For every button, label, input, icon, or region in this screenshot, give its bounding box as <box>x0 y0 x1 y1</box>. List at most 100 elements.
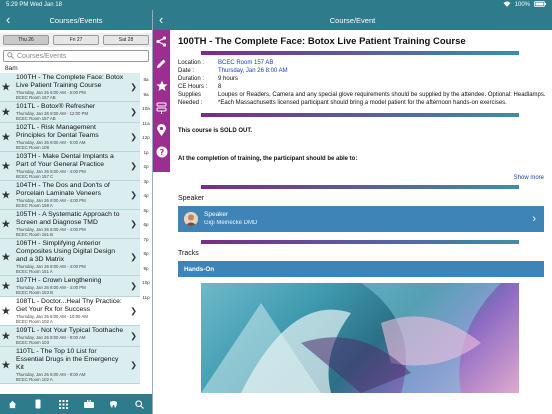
survey-icon[interactable] <box>155 99 168 116</box>
star-icon[interactable]: ★ <box>1 81 11 94</box>
duration-value: 9 hours <box>218 76 239 82</box>
tooth-icon[interactable] <box>106 396 122 412</box>
session-title: 106TH - Simplifying Anterior Composites … <box>16 240 115 263</box>
time-index-item[interactable]: 4p <box>143 189 148 204</box>
show-more-link[interactable]: Show more <box>172 175 550 181</box>
supplies-label: Supplies Needed : <box>178 92 203 106</box>
back-chevron-icon[interactable]: ‹ <box>159 12 163 27</box>
gradient-divider <box>201 51 519 55</box>
list-item[interactable]: ★ 110TL - The Top 10 List for Essential D… <box>0 347 140 384</box>
chevron-right-icon: ❯ <box>130 219 137 229</box>
list-item[interactable]: ★ 100TH - The Complete Face: Botox Live P… <box>0 73 140 102</box>
status-bar: 5:29 PM Wed Jan 18 100% <box>0 0 552 10</box>
star-icon[interactable]: ★ <box>1 131 11 144</box>
chevron-right-icon: › <box>532 213 536 225</box>
session-title: 100TH - The Complete Face: Botox Live Pa… <box>16 74 124 89</box>
star-icon[interactable]: ★ <box>1 251 11 264</box>
session-room: BCEC Room 153 B <box>16 290 54 295</box>
search-nav-icon[interactable] <box>131 396 147 412</box>
time-index-item[interactable]: 9a <box>143 88 148 103</box>
session-room: BCEC Room 108 <box>16 145 49 150</box>
chevron-right-icon: ❯ <box>130 107 137 117</box>
speaker-heading: Speaker <box>178 195 205 202</box>
session-title: 107TH - Crown Lengthening <box>16 277 102 284</box>
location-label: Location : <box>178 60 205 66</box>
right-header: ‹ Course/Event <box>153 10 552 30</box>
star-icon[interactable]: ★ <box>1 106 11 119</box>
time-index-item[interactable]: 3p <box>143 175 148 190</box>
phone-icon[interactable] <box>30 396 46 412</box>
list-item[interactable]: ★ 107TH - Crown Lengthening Thursday, Jan … <box>0 276 140 297</box>
time-index-item[interactable]: 7p <box>143 233 148 248</box>
list-item[interactable]: ★ 106TH - Simplifying Anterior Composites… <box>0 239 140 276</box>
time-index-item[interactable]: 2p <box>143 160 148 175</box>
time-index-item[interactable]: 12p <box>142 131 150 146</box>
star-icon[interactable]: ★ <box>1 330 11 343</box>
time-index-bar[interactable]: 8a 9a 10a 11a 12p 1p 2p 3p 4p 5p 6p 7p 8p 9p 10p 11p <box>141 73 151 305</box>
left-header: ‹ Courses/Events <box>0 10 152 30</box>
location-pin-icon[interactable] <box>155 121 168 138</box>
time-index-item[interactable]: 8a <box>143 73 148 88</box>
star-icon[interactable]: ★ <box>1 218 11 231</box>
speaker-card[interactable]: Speaker Gigi Meinecke DMD › <box>178 206 544 232</box>
time-index-item[interactable]: 11a <box>142 117 149 132</box>
grid-icon[interactable] <box>55 396 71 412</box>
star-icon[interactable]: ★ <box>1 189 11 202</box>
time-index-item[interactable]: 6p <box>143 218 148 233</box>
day-tab[interactable]: Fri 27 <box>53 35 99 45</box>
star-icon[interactable] <box>155 77 168 94</box>
battery-icon <box>534 1 546 9</box>
list-item[interactable]: ★ 104TH - The Dos and Don'ts of Porcelain… <box>0 181 140 210</box>
star-icon[interactable]: ★ <box>1 359 11 372</box>
list-item[interactable]: ★ 101TL - Botox® Refresher Thursday, Jan 2… <box>0 102 140 123</box>
session-room: BCEC Room 102 A <box>16 319 53 324</box>
duration-label: Duration : <box>178 76 205 82</box>
session-title: 109TL - Not Your Typical Toothache <box>16 327 124 334</box>
star-icon[interactable]: ★ <box>1 280 11 293</box>
time-index-item[interactable]: 11p <box>142 291 149 306</box>
track-item[interactable]: Hands-On <box>178 261 544 277</box>
session-title: 108TL - Doctor...Heal Thy Practice: Get … <box>16 298 122 313</box>
star-icon[interactable]: ★ <box>1 305 11 318</box>
home-icon[interactable] <box>5 396 21 412</box>
battery-percent: 100% <box>514 2 530 8</box>
time-index-item[interactable]: 8p <box>143 247 148 262</box>
objective-text: At the completion of training, the parti… <box>178 156 358 162</box>
speaker-name: Gigi Meinecke DMD <box>204 220 258 226</box>
time-index-item[interactable]: 9p <box>143 262 148 277</box>
speaker-label: Speaker <box>204 211 229 218</box>
location-link[interactable]: BCEC Room 157 AB <box>218 59 550 67</box>
list-item[interactable]: ★ 108TL - Doctor...Heal Thy Practice: Get… <box>0 297 140 326</box>
search-icon <box>7 51 14 61</box>
search-input[interactable]: Courses/Events <box>3 50 149 62</box>
supplies-value: Loupes or Readers, Camera and any specia… <box>218 92 546 98</box>
left-pane: ‹ Courses/Events Thu 26 Fri 27 Sat 28 Cour… <box>0 10 152 414</box>
session-title: 110TL - The Top 10 List for Essential Dr… <box>16 348 119 371</box>
time-section-label: 8am <box>5 65 18 72</box>
back-chevron-icon[interactable]: ‹ <box>6 12 10 27</box>
time-index-item[interactable]: 1p <box>143 146 148 161</box>
chevron-right-icon: ❯ <box>130 281 137 291</box>
session-detail: 100TH - The Complete Face: Botox Live Pa… <box>172 30 550 414</box>
list-item[interactable]: ★ 103TH - Make Dental Implants a Part of … <box>0 152 140 181</box>
ce-hours-label: CE Hours : <box>178 84 208 90</box>
session-list: ★ 100TH - The Complete Face: Botox Live P… <box>0 73 140 384</box>
list-item[interactable]: ★ 102TL - Risk Management Principles for … <box>0 123 140 152</box>
time-index-item[interactable]: 5p <box>143 204 148 219</box>
time-index-item[interactable]: 10a <box>142 102 150 117</box>
share-icon[interactable] <box>155 33 168 50</box>
day-tab[interactable]: Thu 26 <box>3 35 49 45</box>
status-time: 5:29 PM <box>6 2 29 8</box>
chevron-right-icon: ❯ <box>130 82 137 92</box>
session-title: 103TH - Make Dental Implants a Part of Y… <box>16 153 114 168</box>
star-icon[interactable]: ★ <box>1 160 11 173</box>
pencil-icon[interactable] <box>155 55 168 72</box>
list-item[interactable]: ★ 109TL - Not Your Typical Toothache Thurs… <box>0 326 140 347</box>
date-link[interactable]: Thursday, Jan 26 8:00 AM <box>218 67 550 75</box>
gradient-divider <box>201 240 519 244</box>
list-item[interactable]: ★ 105TH - A Systematic Approach to Screen… <box>0 210 140 239</box>
briefcase-icon[interactable] <box>81 396 97 412</box>
help-icon[interactable]: ? <box>155 143 168 160</box>
day-tab[interactable]: Sat 28 <box>103 35 149 45</box>
time-index-item[interactable]: 10p <box>142 276 150 291</box>
